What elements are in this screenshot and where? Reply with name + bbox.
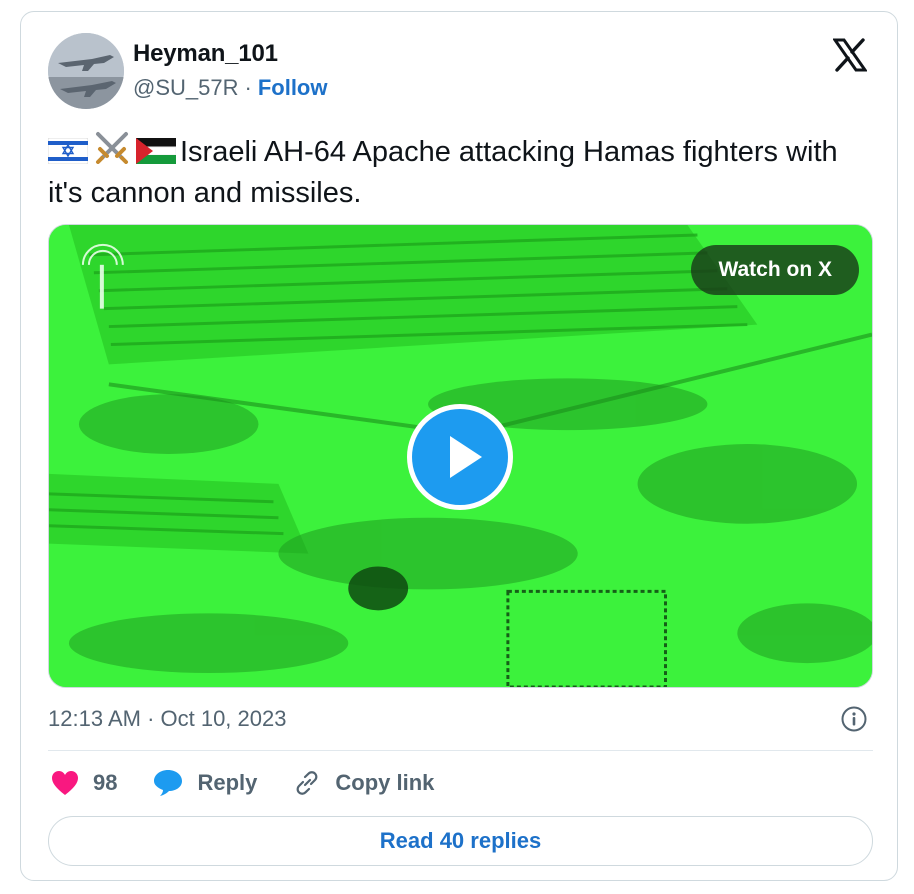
x-logo-icon[interactable]	[832, 38, 868, 72]
reply-button[interactable]: Reply	[153, 769, 257, 797]
author-handle-row: @SU_57R · Follow	[133, 75, 327, 101]
reply-bubble-icon	[154, 770, 183, 796]
copy-link-label: Copy link	[335, 770, 435, 795]
play-icon	[450, 436, 482, 478]
palestine-flag-icon	[135, 136, 177, 174]
divider	[48, 750, 873, 751]
tweet-card: Heyman_101 @SU_57R · Follow Israeli AH-6…	[20, 11, 898, 881]
action-bar: 98 Reply Copy link	[51, 769, 470, 797]
like-button[interactable]: 98	[51, 770, 117, 796]
crossed-swords-icon	[92, 130, 132, 174]
video-player[interactable]: Watch on X	[48, 224, 873, 688]
like-count: 98	[93, 770, 118, 795]
author-name[interactable]: Heyman_101	[133, 40, 278, 68]
watch-on-x-button[interactable]: Watch on X	[691, 245, 859, 295]
link-icon	[297, 771, 318, 795]
tweet-timestamp[interactable]: 12:13 AM · Oct 10, 2023	[48, 706, 286, 732]
follow-button[interactable]: Follow	[258, 75, 328, 101]
heart-icon	[52, 771, 78, 795]
avatar[interactable]	[48, 33, 124, 109]
read-replies-button[interactable]: Read 40 replies	[48, 816, 873, 866]
info-icon[interactable]	[841, 706, 867, 732]
israel-flag-icon	[47, 136, 89, 174]
tweet-text: Israeli AH-64 Apache attacking Hamas fig…	[47, 130, 868, 212]
separator: ·	[244, 75, 252, 100]
play-button[interactable]	[407, 404, 513, 510]
reply-label: Reply	[197, 770, 258, 795]
copy-link-button[interactable]: Copy link	[293, 769, 434, 797]
author-handle[interactable]: @SU_57R	[133, 75, 239, 101]
